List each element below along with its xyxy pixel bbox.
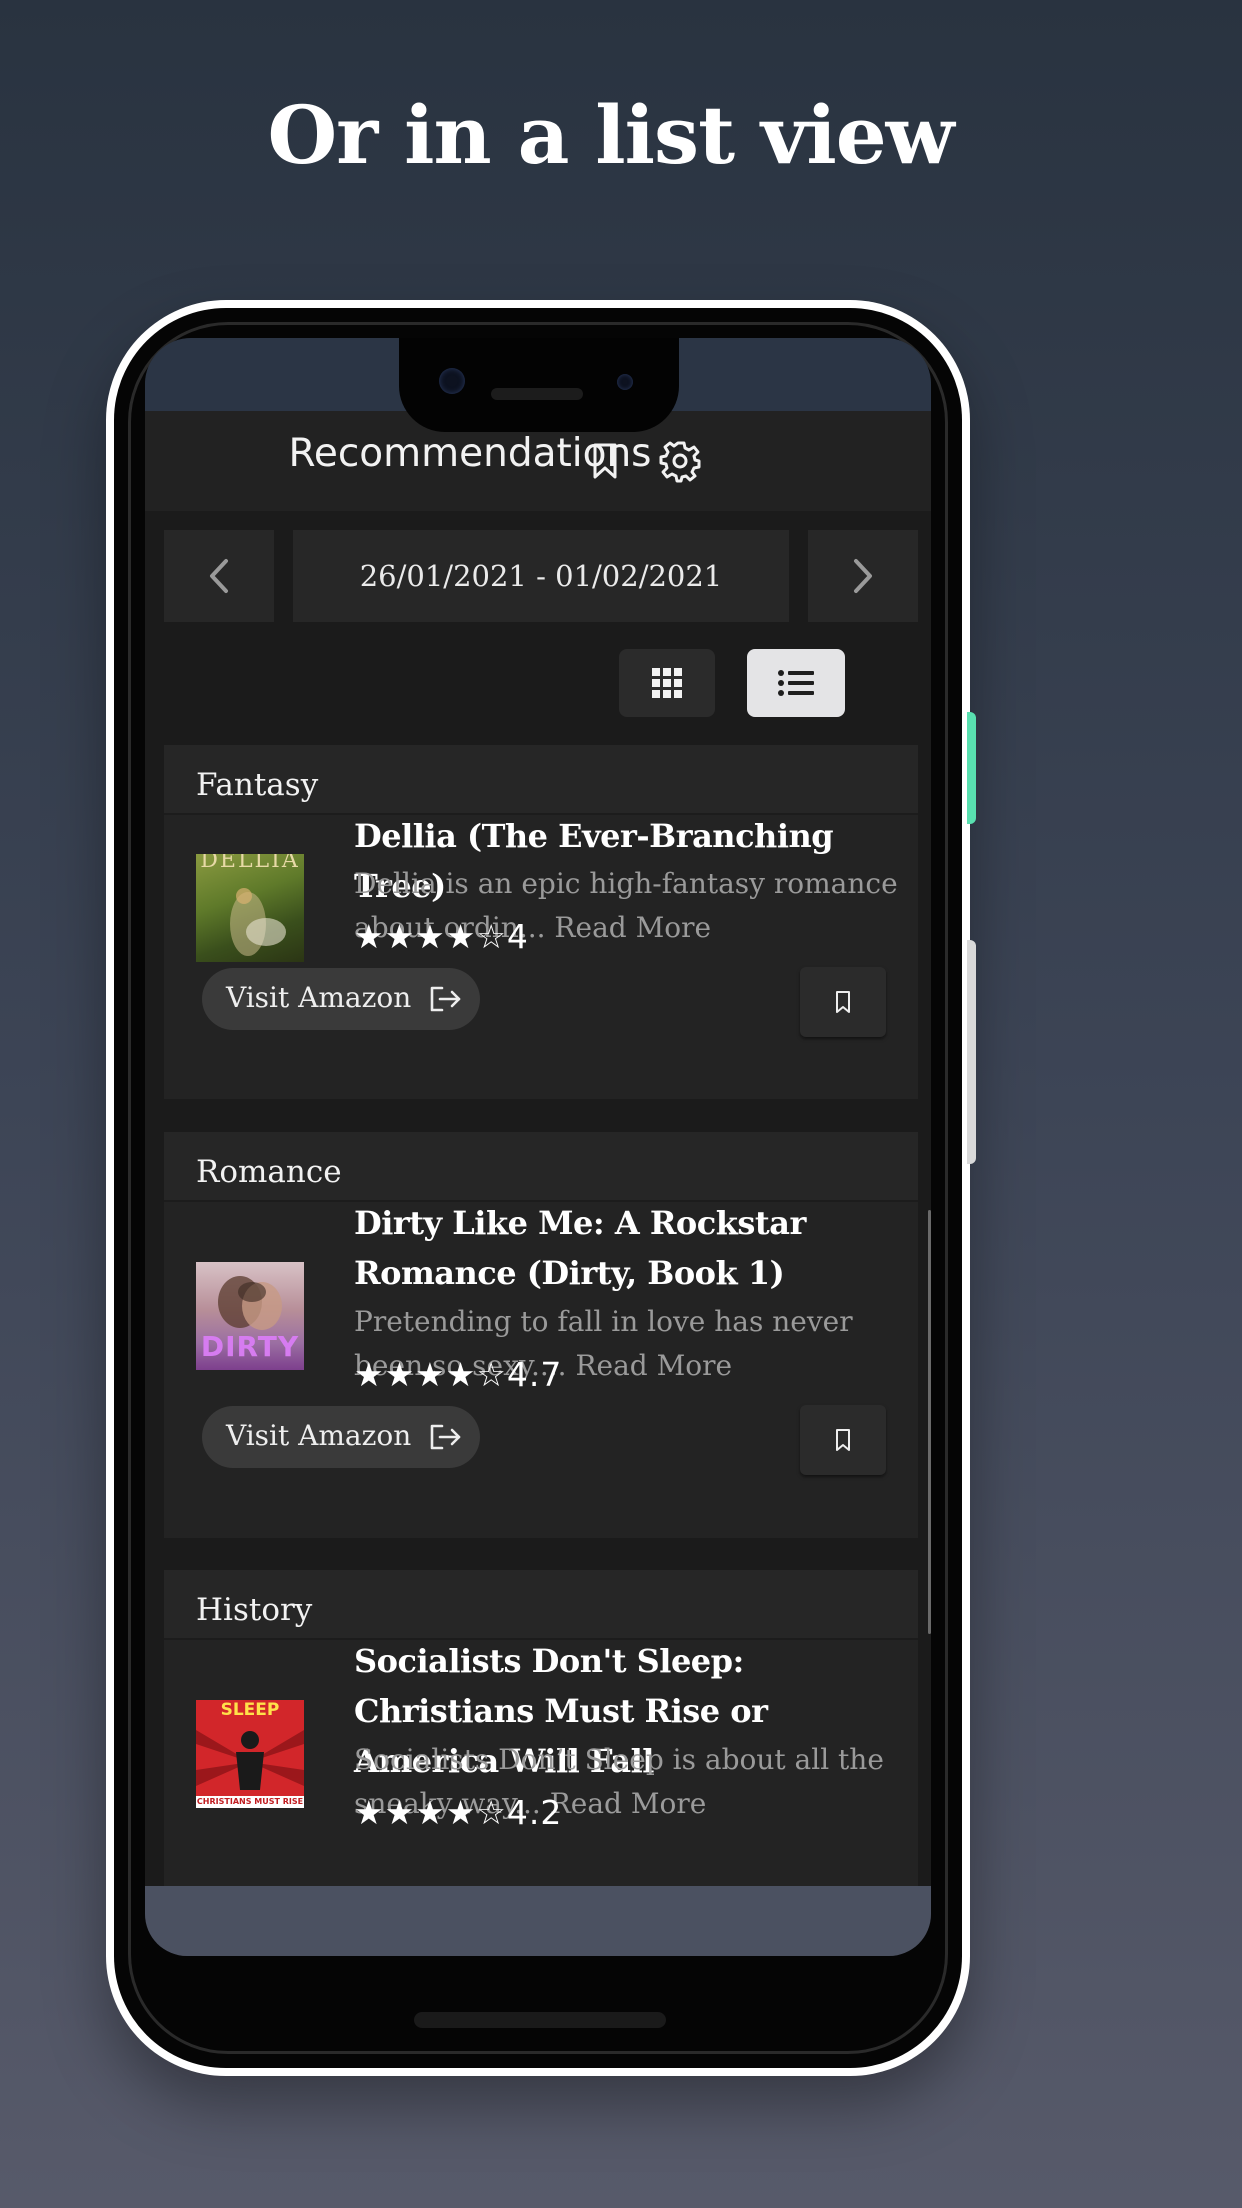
previous-week-button[interactable] [164,530,274,622]
rating-stars: ★★★★☆ [354,917,507,956]
cover-title-text: SLEEP [220,1700,280,1720]
front-camera-icon [439,368,465,394]
visit-amazon-label: Visit Amazon [226,1419,412,1452]
genre-label: History [196,1592,313,1628]
cover-title-text: DIRTY [200,1330,300,1363]
scrollbar[interactable] [928,1210,931,1634]
list-view-toggle[interactable] [747,649,845,717]
book-card: Romance DIRTY Dirty Like Me: A Rockstar … [164,1132,918,1538]
list-icon [778,670,814,696]
visit-amazon-button[interactable]: Visit Amazon [202,968,480,1030]
grid-view-toggle[interactable] [619,649,715,717]
bookmark-icon [836,991,850,1013]
rating-value: 4.7 [506,1355,563,1394]
page-headline: Or in a list view [267,88,954,182]
book-card: Fantasy DELLIA Dellia (The Ever-Branchin… [164,745,918,1099]
phone-screen: Recommendations 26/01/2021 - 01/02/2021 [145,338,931,1956]
book-title[interactable]: Dirty Like Me: A Rockstar Romance (Dirty… [354,1198,904,1298]
rating-value: 4.2 [506,1793,563,1832]
rating-stars: ★★★★☆ [354,1355,507,1394]
next-week-button[interactable] [808,530,918,622]
card-header: Romance [164,1132,918,1202]
phone-side-button [967,712,976,824]
chevron-right-icon [854,559,872,593]
phone-volume-button [967,940,976,1164]
book-card: History SLEEP CHRISTIANS MUST RISE Socia… [164,1570,918,1900]
phone-speaker-grille [414,2012,666,2028]
visit-amazon-button[interactable]: Visit Amazon [202,1406,480,1468]
navigation-bar-area [145,1886,931,1956]
save-book-button[interactable] [800,1405,886,1475]
earpiece-speaker [491,388,583,400]
save-book-button[interactable] [800,967,886,1037]
star-rating: ★★★★☆4.7 [354,1355,562,1394]
rating-stars: ★★★★☆ [354,1793,507,1832]
external-link-icon [430,986,461,1012]
card-header: History [164,1570,918,1640]
date-range-text: 26/01/2021 - 01/02/2021 [359,559,723,593]
bookmark-icon[interactable] [583,439,627,483]
book-cover-image[interactable]: SLEEP CHRISTIANS MUST RISE [196,1700,304,1808]
chevron-left-icon [210,559,228,593]
camera-notch [399,338,679,432]
sensor-icon [617,374,633,390]
gear-icon[interactable] [659,439,703,483]
cover-subtitle-text: CHRISTIANS MUST RISE [196,1797,304,1806]
visit-amazon-label: Visit Amazon [226,981,412,1014]
grid-icon [652,668,682,698]
bookmark-icon [836,1429,850,1451]
star-rating: ★★★★☆4.2 [354,1793,562,1832]
book-cover-image[interactable]: DELLIA [196,854,304,962]
book-cover-image[interactable]: DIRTY [196,1262,304,1370]
date-range[interactable]: 26/01/2021 - 01/02/2021 [293,530,789,622]
rating-value: 4 [506,917,529,956]
cover-title-text: DELLIA [200,854,300,873]
card-header: Fantasy [164,745,918,815]
external-link-icon [430,1424,461,1450]
genre-label: Fantasy [196,767,319,803]
genre-label: Romance [196,1154,342,1190]
star-rating: ★★★★☆4 [354,917,529,956]
